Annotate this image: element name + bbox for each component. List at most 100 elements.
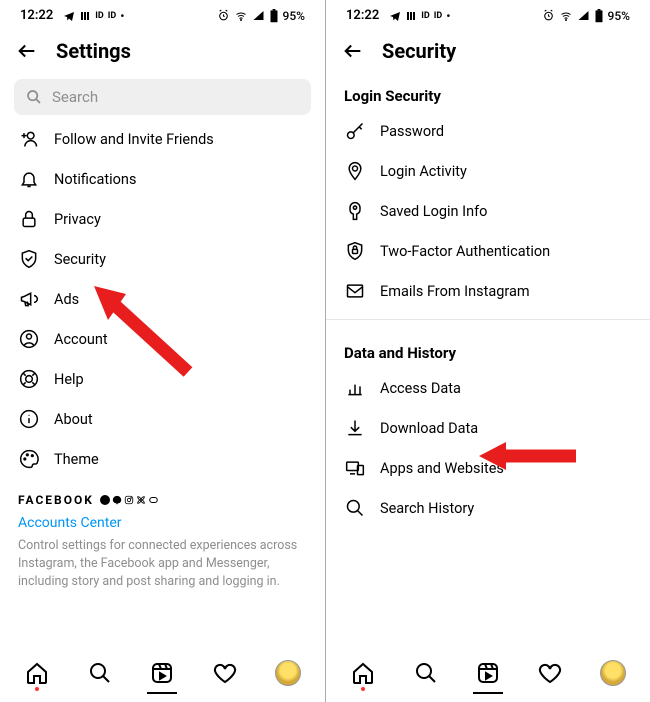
nav-reels[interactable] [149, 660, 175, 686]
item-label: Theme [54, 451, 99, 468]
account-icon [18, 329, 40, 349]
nav-activity[interactable] [212, 660, 238, 686]
item-label: Apps and Websites [380, 460, 504, 477]
wifi-icon [234, 10, 248, 22]
item-label: Help [54, 371, 84, 388]
help-icon [18, 369, 40, 389]
item-security[interactable]: Security [0, 239, 325, 279]
section-login-security: Login Security [326, 71, 650, 111]
item-ads[interactable]: Ads [0, 279, 325, 319]
item-apps-websites[interactable]: Apps and Websites [326, 448, 650, 488]
item-login-activity[interactable]: Login Activity [326, 151, 650, 191]
item-access-data[interactable]: Access Data [326, 368, 650, 408]
back-icon[interactable] [16, 40, 38, 62]
bottom-nav [326, 648, 650, 702]
battery-pct: 95% [283, 9, 305, 23]
download-icon [344, 418, 366, 438]
alarm-icon [542, 9, 555, 22]
settings-list: Follow and Invite Friends Notifications … [0, 119, 325, 648]
accounts-center-link[interactable]: Accounts Center [0, 513, 325, 537]
item-label: Ads [54, 291, 79, 308]
item-label: Security [54, 251, 106, 268]
page-title: Settings [56, 39, 131, 63]
accounts-center-desc: Control settings for connected experienc… [0, 537, 325, 601]
brand-icons [100, 495, 159, 505]
item-label: Search History [380, 500, 474, 517]
devices-icon [344, 458, 366, 478]
telegram-icon [389, 10, 401, 22]
avatar [275, 660, 301, 686]
item-privacy[interactable]: Privacy [0, 199, 325, 239]
security-list: Login Security Password Login Activity S… [326, 71, 650, 648]
divider [326, 319, 650, 320]
signal-icon [252, 10, 265, 22]
search-input[interactable]: Search [14, 79, 311, 115]
item-account[interactable]: Account [0, 319, 325, 359]
item-label: Download Data [380, 420, 478, 437]
item-search-history[interactable]: Search History [326, 488, 650, 528]
header: Security [326, 27, 650, 71]
item-label: Follow and Invite Friends [54, 131, 214, 148]
status-time: 12:22 [346, 8, 379, 23]
nav-reels[interactable] [475, 660, 501, 686]
nav-search[interactable] [87, 660, 113, 686]
id-icon-2: ID [434, 11, 442, 21]
item-label: Access Data [380, 380, 461, 397]
megaphone-icon [18, 289, 40, 309]
item-help[interactable]: Help [0, 359, 325, 399]
palette-icon [18, 449, 40, 469]
shield-lock-icon [344, 241, 366, 261]
item-saved-login[interactable]: Saved Login Info [326, 191, 650, 231]
item-theme[interactable]: Theme [0, 439, 325, 479]
item-label: Saved Login Info [380, 203, 487, 220]
item-label: Login Activity [380, 163, 467, 180]
status-bar: 12:22 ID ID • 95% [0, 0, 325, 27]
item-about[interactable]: About [0, 399, 325, 439]
page-title: Security [382, 39, 456, 63]
search-icon [344, 498, 366, 518]
back-icon[interactable] [342, 40, 364, 62]
nav-profile[interactable] [275, 660, 301, 686]
item-password[interactable]: Password [326, 111, 650, 151]
bar-chart-icon [344, 378, 366, 398]
map-icon [405, 10, 417, 22]
nav-profile[interactable] [600, 660, 626, 686]
header: Settings [0, 27, 325, 71]
battery-icon [594, 9, 604, 23]
item-label: About [54, 411, 93, 428]
phone-settings: 12:22 ID ID • 95% Settings Search [0, 0, 325, 702]
item-follow-invite[interactable]: Follow and Invite Friends [0, 119, 325, 159]
item-label: Account [54, 331, 108, 348]
wifi-icon [559, 10, 573, 22]
item-label: Emails From Instagram [380, 283, 530, 300]
person-add-icon [18, 129, 40, 149]
item-label: Notifications [54, 171, 136, 188]
id-icon: ID [95, 11, 103, 21]
alarm-icon [217, 9, 230, 22]
keyhole-icon [344, 201, 366, 221]
item-emails[interactable]: Emails From Instagram [326, 271, 650, 311]
nav-activity[interactable] [537, 660, 563, 686]
item-notifications[interactable]: Notifications [0, 159, 325, 199]
location-icon [344, 161, 366, 181]
lock-icon [18, 209, 40, 229]
item-two-factor[interactable]: Two-Factor Authentication [326, 231, 650, 271]
dot-icon: • [446, 9, 450, 23]
map-icon [79, 10, 91, 22]
nav-home[interactable] [350, 660, 376, 686]
info-icon [18, 409, 40, 429]
telegram-icon [63, 10, 75, 22]
brand-label: FACEBOOK [0, 479, 325, 513]
dot-icon: • [120, 9, 124, 23]
item-download-data[interactable]: Download Data [326, 408, 650, 448]
nav-search[interactable] [413, 660, 439, 686]
status-time: 12:22 [20, 8, 53, 23]
key-icon [344, 121, 366, 141]
id-icon: ID [421, 11, 429, 21]
nav-home[interactable] [24, 660, 50, 686]
bottom-nav [0, 648, 325, 702]
search-placeholder: Search [52, 88, 98, 106]
signal-icon [577, 10, 590, 22]
battery-icon [269, 9, 279, 23]
shield-check-icon [18, 249, 40, 269]
